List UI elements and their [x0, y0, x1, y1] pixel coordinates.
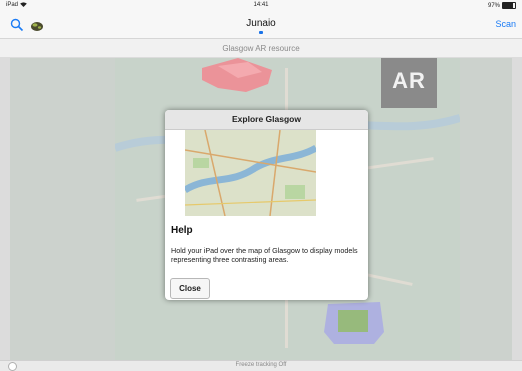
- battery-icon: [502, 2, 516, 9]
- status-battery: 97%: [488, 2, 516, 9]
- footer-bar: Freeze tracking Off: [0, 360, 522, 371]
- resource-bar: Glasgow AR resource: [0, 39, 522, 58]
- help-text: Hold your iPad over the map of Glasgow t…: [171, 246, 358, 264]
- help-heading: Help: [171, 225, 193, 236]
- nav-bar: Junaio Scan: [0, 12, 522, 39]
- nav-title: Junaio: [246, 18, 276, 29]
- explore-dialog: Explore Glasgow Help Hold your iPad over…: [165, 110, 368, 300]
- status-bar: iPad 14:41 97%: [0, 0, 522, 12]
- battery-percent: 97%: [487, 2, 500, 9]
- channel-indicator: [259, 31, 263, 34]
- freeze-tracking-label: Freeze tracking Off: [235, 362, 287, 368]
- close-button[interactable]: Close: [170, 278, 210, 299]
- dialog-header: Explore Glasgow: [165, 110, 368, 130]
- glasgow-map-image: [185, 130, 316, 216]
- scan-button[interactable]: Scan: [495, 19, 516, 29]
- resource-title: Glasgow AR resource: [222, 44, 300, 53]
- dialog-title: Explore Glasgow: [232, 114, 301, 124]
- status-time: 14:41: [253, 2, 269, 8]
